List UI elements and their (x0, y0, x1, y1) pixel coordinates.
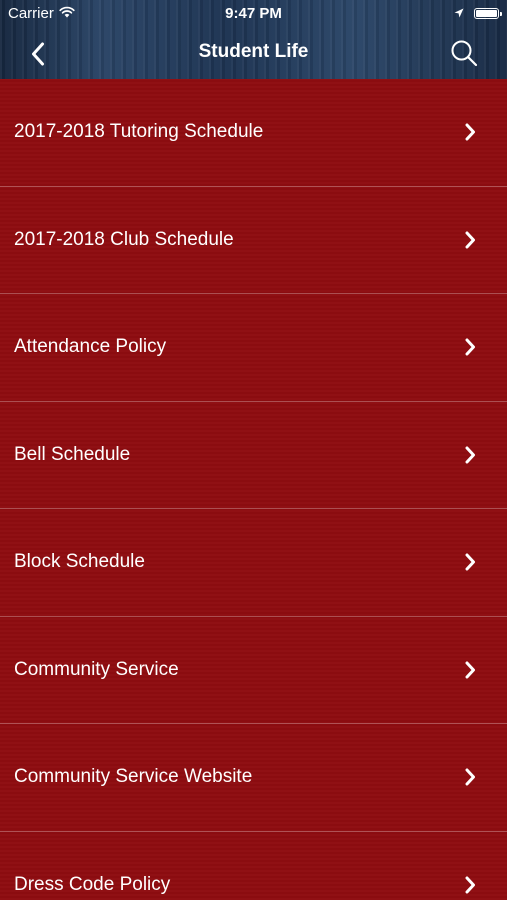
list-item-label: Block Schedule (14, 551, 145, 573)
list-item-tutoring-schedule[interactable]: 2017-2018 Tutoring Schedule (0, 79, 507, 187)
app-header: Carrier 9:47 PM Student Life (0, 0, 507, 79)
chevron-right-icon (463, 660, 477, 680)
list-item-label: Community Service (14, 658, 179, 680)
list-item-club-schedule[interactable]: 2017-2018 Club Schedule (0, 187, 507, 294)
navigation-bar: Student Life (0, 28, 507, 79)
list-item-label: Bell Schedule (14, 443, 131, 465)
list-item-dress-code-policy[interactable]: Dress Code Policy (0, 832, 507, 900)
list-item-community-service[interactable]: Community Service (0, 617, 507, 724)
list-item-attendance-policy[interactable]: Attendance Policy (0, 294, 507, 402)
chevron-right-icon (463, 767, 477, 787)
chevron-right-icon (463, 875, 477, 895)
chevron-right-icon (463, 337, 477, 357)
status-bar: Carrier 9:47 PM (0, 0, 507, 28)
list-item-label: Dress Code Policy (14, 873, 171, 895)
list-item-community-service-website[interactable]: Community Service Website (0, 724, 507, 832)
status-time: 9:47 PM (225, 5, 282, 22)
list-item-label: Attendance Policy (14, 336, 167, 358)
chevron-right-icon (463, 122, 477, 142)
list-item-label: Community Service Website (14, 766, 253, 788)
search-icon (451, 40, 478, 67)
list-item-label: 2017-2018 Tutoring Schedule (14, 121, 264, 143)
page-title: Student Life (198, 41, 309, 62)
chevron-right-icon (463, 552, 477, 572)
list-item-bell-schedule[interactable]: Bell Schedule (0, 402, 507, 509)
battery-fill (476, 10, 497, 17)
list-item-label: 2017-2018 Club Schedule (14, 228, 234, 250)
chevron-right-icon (463, 445, 477, 465)
battery-icon (474, 8, 502, 19)
list-item-block-schedule[interactable]: Block Schedule (0, 509, 507, 617)
chevron-right-icon (463, 230, 477, 250)
location-arrow-icon (454, 5, 464, 22)
student-life-list: 2017-2018 Tutoring Schedule 2017-2018 Cl… (0, 79, 507, 900)
search-button[interactable] (447, 36, 481, 70)
status-right-group (454, 5, 502, 22)
